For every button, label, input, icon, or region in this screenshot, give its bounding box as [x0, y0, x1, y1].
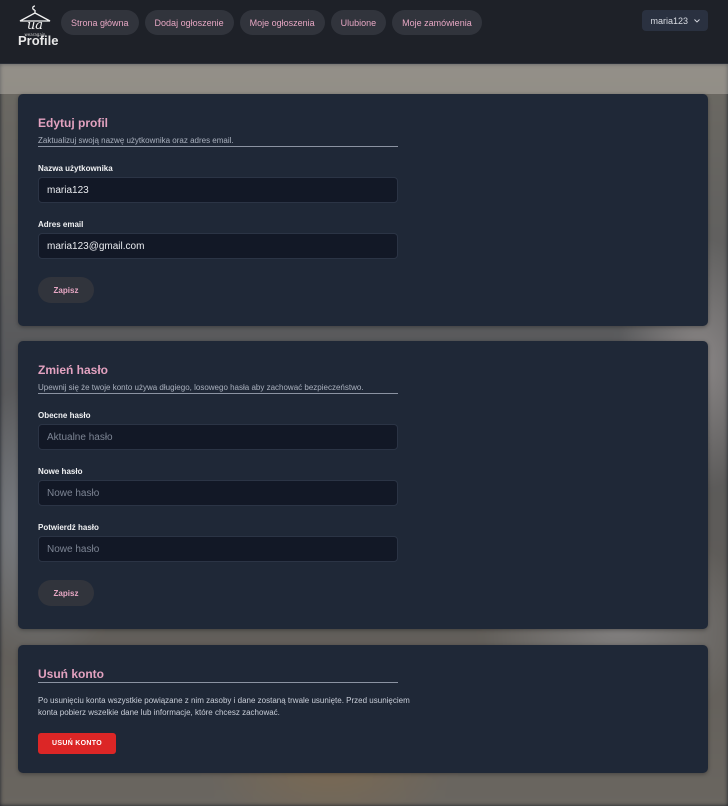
delete-account-button[interactable]: USUŃ KONTO [38, 733, 116, 754]
top-navigation-bar: ua wearagain Strona główna Dodaj ogłosze… [0, 0, 728, 64]
save-password-button[interactable]: Zapisz [38, 580, 94, 606]
edit-profile-card: Edytuj profil Zaktualizuj swoją nazwę uż… [18, 94, 708, 326]
change-password-title: Zmień hasło [38, 363, 109, 377]
change-password-subtitle: Upewnij się że twoje konto używa długieg… [38, 383, 364, 392]
new-password-input[interactable] [38, 480, 398, 506]
email-input[interactable] [38, 233, 398, 259]
user-menu-button[interactable]: maria123 [642, 10, 708, 31]
edit-profile-subtitle: Zaktualizuj swoją nazwę użytkownika oraz… [38, 136, 234, 145]
divider [38, 146, 398, 147]
delete-account-card: Usuń konto Po usunięciu konta wszystkie … [18, 645, 708, 773]
delete-account-description: Po usunięciu konta wszystkie powiązane z… [38, 696, 410, 717]
background-shelf [0, 62, 728, 94]
delete-account-title: Usuń konto [38, 667, 104, 681]
svg-text:ua: ua [27, 18, 43, 33]
nav-my-listings-button[interactable]: Moje ogłoszenia [239, 10, 325, 35]
username-input[interactable] [38, 177, 398, 203]
nav-favorites-button[interactable]: Ulubione [330, 10, 387, 35]
nav-add-listing-button[interactable]: Dodaj ogłoszenie [144, 10, 234, 35]
save-profile-button[interactable]: Zapisz [38, 277, 94, 303]
nav-my-orders-button[interactable]: Moje zamówienia [392, 10, 482, 35]
chevron-down-icon [694, 18, 700, 23]
current-password-input[interactable] [38, 424, 398, 450]
main-nav: Strona główna Dodaj ogłoszenie Moje ogło… [61, 10, 482, 35]
new-password-label: Nowe hasło [38, 467, 83, 476]
confirm-password-input[interactable] [38, 536, 398, 562]
edit-profile-title: Edytuj profil [38, 116, 108, 130]
divider [38, 393, 398, 394]
email-field-label: Adres email [38, 220, 84, 229]
page-title: Profile [18, 33, 59, 48]
change-password-card: Zmień hasło Upewnij się że twoje konto u… [18, 341, 708, 629]
nav-home-button[interactable]: Strona główna [61, 10, 139, 35]
divider [38, 682, 398, 683]
current-password-label: Obecne hasło [38, 411, 91, 420]
username-label: maria123 [650, 15, 688, 26]
confirm-password-label: Potwierdź hasło [38, 523, 99, 532]
username-field-label: Nazwa użytkownika [38, 164, 113, 173]
